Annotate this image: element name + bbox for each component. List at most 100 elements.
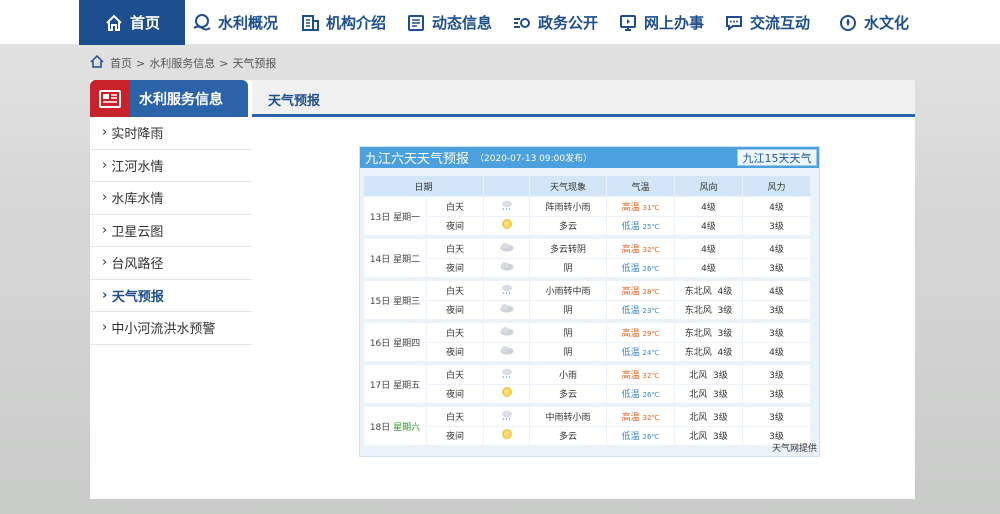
weather-condition: 阵雨转小雨 bbox=[530, 197, 606, 216]
nav-item-org[interactable]: 机构介绍 bbox=[300, 0, 386, 45]
nav-item-gov[interactable]: 政务公开 bbox=[512, 0, 598, 45]
sidebar-item-label: 江河水情 bbox=[111, 159, 164, 175]
wind-direction: 东北风 bbox=[684, 286, 712, 297]
low-temperature: 低温 23℃ bbox=[607, 300, 674, 319]
sidebar-item-river[interactable]: › 江河水情 bbox=[90, 150, 252, 182]
wind-direction: 北风 bbox=[689, 370, 708, 381]
wind-level: 3级 bbox=[717, 306, 733, 317]
wind-level: 3级 bbox=[713, 432, 728, 443]
eye-icon bbox=[512, 13, 532, 33]
wind-night: 北风 3级 bbox=[675, 384, 742, 403]
sidebar-item-label: 实时降雨 bbox=[111, 127, 164, 143]
weather-header: 九江六天天气预报 （2020-07-13 09:00发布） 九江15天天气 bbox=[360, 147, 819, 168]
row-spacer bbox=[364, 320, 810, 322]
column-header: 风向 bbox=[675, 176, 742, 196]
sidebar-item-weather[interactable]: › 天气预报 bbox=[90, 280, 252, 312]
table-row: 夜间阴低温 24℃ 东北风 4级 4级 bbox=[364, 342, 810, 361]
weather-widget: 九江六天天气预报 （2020-07-13 09:00发布） 九江15天天气 日期… bbox=[359, 146, 820, 457]
nav-item-interact[interactable]: 交流互动 bbox=[724, 0, 810, 45]
sun-icon bbox=[484, 384, 529, 403]
breadcrumb-separator: > bbox=[219, 56, 229, 70]
main-content: 天气预报 九江六天天气预报 （2020-07-13 09:00发布） 九江15天… bbox=[252, 80, 915, 499]
night-label: 夜间 bbox=[427, 384, 483, 403]
wind-direction: 北风 bbox=[689, 390, 708, 401]
wind-power: 4级 bbox=[743, 197, 810, 216]
cloud-icon bbox=[484, 258, 529, 277]
cloud-icon bbox=[484, 323, 529, 342]
nav-item-overview[interactable]: 水利概况 bbox=[192, 0, 278, 45]
night-label: 夜间 bbox=[427, 216, 483, 235]
sidebar-item-realtime-rain[interactable]: › 实时降雨 bbox=[90, 117, 252, 150]
nav-item-news[interactable]: 动态信息 bbox=[406, 0, 492, 45]
news-icon bbox=[406, 13, 426, 33]
tab-weather[interactable]: 天气预报 bbox=[268, 90, 320, 109]
monitor-icon bbox=[618, 13, 638, 33]
weather-condition: 阴 bbox=[530, 258, 606, 277]
wind-night: 北风 3级 bbox=[675, 426, 742, 445]
wind-power: 3级 bbox=[743, 384, 810, 403]
forecast-date: 13日 星期一 bbox=[369, 212, 421, 223]
nav-label: 水利概况 bbox=[218, 14, 279, 32]
sidebar-item-reservoir[interactable]: › 水库水情 bbox=[90, 182, 252, 215]
sidebar: 水利服务信息 › 实时降雨 › 江河水情 › 水库水情 › 卫星云图 › 台风路… bbox=[90, 80, 252, 499]
wind-level: 4级 bbox=[701, 202, 716, 213]
wind-day: 北风 3级 bbox=[675, 365, 742, 384]
sidebar-item-typhoon[interactable]: › 台风路径 bbox=[90, 247, 252, 280]
day-label: 白天 bbox=[427, 407, 483, 426]
day-label: 白天 bbox=[427, 365, 483, 384]
breadcrumb-section[interactable]: 水利服务信息 bbox=[149, 55, 215, 71]
wind-day: 东北风 3级 bbox=[675, 323, 742, 342]
wind-day: 北风 3级 bbox=[675, 407, 742, 426]
column-header: 气温 bbox=[607, 176, 674, 196]
weather-condition: 多云 bbox=[530, 216, 606, 235]
weather-title: 九江六天天气预报 bbox=[365, 152, 470, 167]
forecast-day-cell: 18日 星期六 bbox=[364, 407, 426, 445]
forecast-date: 14日 星期二 bbox=[369, 254, 421, 265]
sidebar-item-label: 卫星云图 bbox=[111, 224, 164, 240]
sun-icon bbox=[484, 426, 529, 445]
row-spacer bbox=[364, 362, 810, 364]
table-row: 13日 星期一 白天 阵雨转小雨 高温 31℃ 4级 4级 bbox=[364, 197, 810, 235]
sidebar-item-satellite[interactable]: › 卫星云图 bbox=[90, 215, 252, 247]
rain-icon bbox=[484, 407, 529, 426]
column-header bbox=[484, 176, 529, 196]
nav-item-culture[interactable]: 水文化 bbox=[838, 0, 909, 45]
rain-icon bbox=[484, 197, 529, 216]
cloud-icon bbox=[484, 342, 529, 361]
wind-level: 4级 bbox=[701, 244, 716, 255]
nav-label: 交流互动 bbox=[750, 14, 811, 32]
breadcrumb-separator: > bbox=[136, 56, 146, 70]
cloud-icon bbox=[484, 239, 529, 258]
wind-day: 4级 bbox=[675, 197, 742, 216]
sidebar-item-label: 天气预报 bbox=[111, 289, 164, 305]
table-row: 15日 星期三 白天 小雨转中雨 高温 28℃ 东北风 4级 4级 bbox=[364, 281, 810, 319]
high-temperature: 高温 29℃ bbox=[607, 323, 674, 342]
wind-power: 4级 bbox=[743, 342, 810, 361]
day-label: 白天 bbox=[427, 281, 483, 300]
fifteen-day-button[interactable]: 九江15天天气 bbox=[737, 149, 817, 166]
nav-home-label: 首页 bbox=[129, 14, 160, 32]
table-row: 18日 星期六 白天 中雨转小雨 高温 32℃ 北风 3级 3级 bbox=[364, 407, 810, 445]
wind-direction: 东北风 bbox=[684, 348, 712, 359]
forecast-day-cell: 13日 星期一 bbox=[364, 197, 426, 235]
breadcrumb-home[interactable]: 首页 bbox=[110, 55, 132, 71]
low-temperature: 低温 25℃ bbox=[607, 216, 674, 235]
sidebar-item-label: 台风路径 bbox=[111, 257, 164, 273]
table-row: 14日 星期二 白天 多云转阴 高温 32℃ 4级 4级 bbox=[364, 239, 810, 277]
sidebar-item-flood-warning[interactable]: › 中小河流洪水预警 bbox=[90, 312, 252, 345]
table-row: 夜间 多云 低温 25℃ 4级 3级 bbox=[364, 216, 810, 235]
night-label: 夜间 bbox=[427, 342, 483, 361]
nav-home[interactable]: 首页 bbox=[79, 0, 185, 45]
row-spacer bbox=[364, 278, 810, 280]
wind-level: 4级 bbox=[717, 348, 733, 359]
water-flow-icon bbox=[192, 13, 212, 33]
weather-condition: 阴 bbox=[530, 342, 606, 361]
nav-item-online[interactable]: 网上办事 bbox=[618, 0, 704, 45]
night-label: 夜间 bbox=[427, 300, 483, 319]
high-temperature: 高温 31℃ bbox=[607, 197, 674, 216]
day-label: 白天 bbox=[427, 197, 483, 216]
low-temperature: 低温 26℃ bbox=[607, 258, 674, 277]
content-tabbar: 天气预报 bbox=[252, 80, 915, 117]
wind-power: 3级 bbox=[743, 407, 810, 426]
weather-condition: 多云转阴 bbox=[530, 239, 606, 258]
